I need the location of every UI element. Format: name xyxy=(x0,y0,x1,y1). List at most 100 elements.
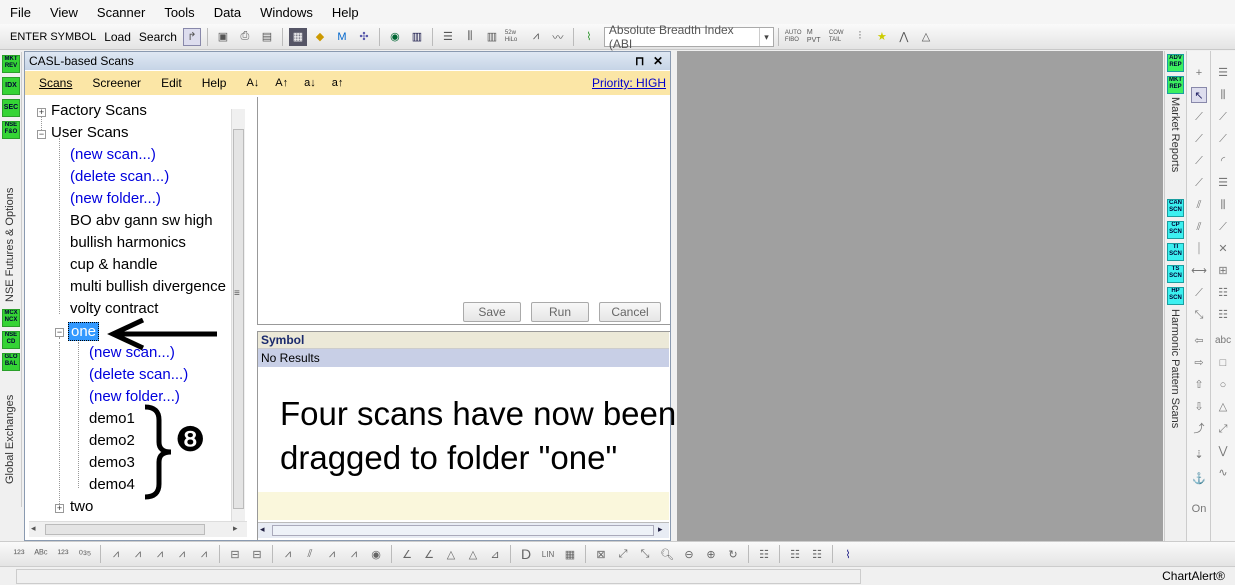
sort-az-down-icon[interactable]: A↓ xyxy=(246,77,259,89)
adv-rep-button[interactable]: ADV REP xyxy=(1167,54,1184,72)
indicator-icon[interactable]: ⌇ xyxy=(839,545,857,563)
swing-icon[interactable]: ⫽ xyxy=(301,545,319,563)
tree-node-demo1[interactable]: demo1 xyxy=(89,410,135,427)
hp-scn-button[interactable]: HP SCN xyxy=(1167,287,1184,305)
sort-az-up-icon[interactable]: A↑ xyxy=(275,77,288,89)
tree-node-scan[interactable]: volty contract xyxy=(70,300,158,317)
tree-node-scan[interactable]: cup & handle xyxy=(70,256,158,273)
menu-help[interactable]: Help xyxy=(332,5,359,20)
wave-count-icon[interactable]: ¹²³ xyxy=(10,545,28,563)
angle-icon[interactable]: ∠ xyxy=(398,545,416,563)
sort-lower-up-icon[interactable]: a↑ xyxy=(332,77,344,89)
triangle-icon[interactable]: △ xyxy=(917,28,935,46)
search-button[interactable]: Search xyxy=(139,30,177,44)
vline-grid-icon[interactable]: ⫼ xyxy=(1215,87,1231,103)
wave-count-alt-icon[interactable]: ¹²³ xyxy=(54,545,72,563)
measure-icon[interactable]: ⤢ xyxy=(1215,421,1231,437)
tree-scroll-thumb[interactable] xyxy=(233,129,244,509)
pin-icon[interactable]: ⊓ xyxy=(635,52,644,70)
tree-node-scan[interactable]: multi bullish divergence xyxy=(70,278,226,295)
cp-scn-button[interactable]: CP SCN xyxy=(1167,221,1184,239)
fan-lines-icon[interactable]: ⟋ xyxy=(1215,131,1231,147)
mkt-rep-button[interactable]: MKT REP xyxy=(1167,76,1184,94)
indicator-select[interactable]: Absolute Breadth Index (ABI ▾ xyxy=(603,23,774,51)
scroll-left-icon[interactable]: ◂ xyxy=(31,523,36,534)
triangle-tool-icon[interactable]: △ xyxy=(1215,399,1231,415)
mcx-ncx-button[interactable]: MCX NCX xyxy=(2,309,20,327)
up-arrow-tool-icon[interactable]: ⇧ xyxy=(1191,377,1207,393)
tree-node-sub-delete-scan[interactable]: (delete scan...) xyxy=(89,366,188,383)
elliott-wave-icon[interactable]: ∿ xyxy=(1215,465,1231,481)
tree-node-demo2[interactable]: demo2 xyxy=(89,432,135,449)
diamond-icon[interactable]: ◆ xyxy=(311,28,329,46)
arc-icon[interactable]: ◜ xyxy=(1215,153,1231,169)
indicator-chart-icon[interactable]: ⌇ xyxy=(580,28,598,46)
zoom-out-icon[interactable]: ⊖ xyxy=(680,545,698,563)
down-arrow-tool-icon[interactable]: ⇩ xyxy=(1191,399,1207,415)
fib-time-icon[interactable]: ⫼ xyxy=(1215,197,1231,213)
tree-node-scan[interactable]: bullish harmonics xyxy=(70,234,186,251)
close-icon[interactable]: ✕ xyxy=(653,52,663,70)
fan-icon[interactable]: ⟋ xyxy=(1215,109,1231,125)
menu-tools[interactable]: Tools xyxy=(164,5,194,20)
lin-scale-icon[interactable]: LIN xyxy=(539,545,557,563)
pivot-icon[interactable]: M PVT xyxy=(807,28,825,46)
tree-node-demo4[interactable]: demo4 xyxy=(89,476,135,493)
menu-data[interactable]: Data xyxy=(214,5,241,20)
zoom-fit-icon[interactable]: ⊠ xyxy=(592,545,610,563)
nse-fo-button[interactable]: NSE F&O xyxy=(2,121,20,139)
harmonic-tool-icon[interactable]: ⩘ xyxy=(129,545,147,563)
collapse-user-icon[interactable]: − xyxy=(37,130,46,139)
right-arrow-tool-icon[interactable]: ⇨ xyxy=(1191,355,1207,371)
tree-node-sub-new-folder[interactable]: (new folder...) xyxy=(89,388,180,405)
candles-icon[interactable]: ⫶ xyxy=(851,28,869,46)
auto-fibo-icon[interactable]: AUTO FIBO xyxy=(785,28,803,46)
pattern-icon[interactable]: ⇣ xyxy=(1191,447,1207,463)
market-review-button[interactable]: MKT REV xyxy=(2,55,20,73)
results-column-header[interactable]: Symbol xyxy=(258,332,669,349)
tree-node-user-scans[interactable]: User Scans xyxy=(51,124,129,141)
load-button[interactable]: Load xyxy=(104,30,131,44)
save-button[interactable]: Save xyxy=(463,302,521,322)
star-icon[interactable]: ★ xyxy=(873,28,891,46)
grid-icon[interactable]: ▦ xyxy=(561,545,579,563)
on-toggle[interactable]: On xyxy=(1191,501,1207,517)
nse-cd-button[interactable]: NSE CD xyxy=(2,331,20,349)
chevron-down-icon[interactable]: ▾ xyxy=(759,27,773,46)
bat-icon[interactable]: ⩘ xyxy=(345,545,363,563)
channel-icon[interactable]: ⫽ xyxy=(1191,197,1207,213)
hline-grid-icon[interactable]: ☰ xyxy=(1215,65,1231,81)
collapse-one-icon[interactable]: − xyxy=(55,328,64,337)
harmonic-tool-icon[interactable]: ⩘ xyxy=(195,545,213,563)
cycles-icon[interactable]: ☷ xyxy=(1215,307,1231,323)
global-button[interactable]: GLO BAL xyxy=(2,353,20,371)
refresh-icon[interactable]: ↻ xyxy=(724,545,742,563)
hilo-icon[interactable]: 52w HiLo xyxy=(505,28,523,46)
tree-node-delete-scan[interactable]: (delete scan...) xyxy=(70,168,169,185)
ellipse-icon[interactable]: ○ xyxy=(1215,377,1231,393)
gartley-icon[interactable]: ⩘ xyxy=(323,545,341,563)
sl-line-icon[interactable]: ⟋ xyxy=(1191,153,1207,169)
wave-icon[interactable]: ⋀ xyxy=(895,28,913,46)
link-icon[interactable]: ✣ xyxy=(355,28,373,46)
chart-workspace[interactable] xyxy=(677,51,1163,541)
tree-node-scan[interactable]: BO abv gann sw high xyxy=(70,212,213,229)
sector-button[interactable]: SEC xyxy=(2,99,20,117)
menu-windows[interactable]: Windows xyxy=(260,5,313,20)
wedge-icon[interactable]: ⊿ xyxy=(486,545,504,563)
horizontal-line-icon[interactable]: ⟷ xyxy=(1191,263,1207,279)
panel-menu-scans[interactable]: Scans xyxy=(39,76,72,90)
priority-link[interactable]: Priority: HIGH xyxy=(592,76,666,90)
wave-tool-icon[interactable]: ⋁ xyxy=(1215,443,1231,459)
expand-two-icon[interactable]: + xyxy=(55,504,64,513)
panel-menu-edit[interactable]: Edit xyxy=(161,76,182,90)
zoom-in-icon[interactable]: ⊕ xyxy=(702,545,720,563)
abcd-icon[interactable]: ⩘ xyxy=(279,545,297,563)
sort-lower-down-icon[interactable]: a↓ xyxy=(304,77,316,89)
crab-icon[interactable]: ◉ xyxy=(367,545,385,563)
triangle-pattern-icon[interactable]: △ xyxy=(442,545,460,563)
zoom-icon[interactable]: 🔍︎ xyxy=(658,545,676,563)
tree-node-folder-one[interactable]: one xyxy=(68,322,100,341)
tree-node-factory-scans[interactable]: Factory Scans xyxy=(51,102,147,119)
tree-vertical-scrollbar[interactable]: ≡ xyxy=(231,109,245,521)
